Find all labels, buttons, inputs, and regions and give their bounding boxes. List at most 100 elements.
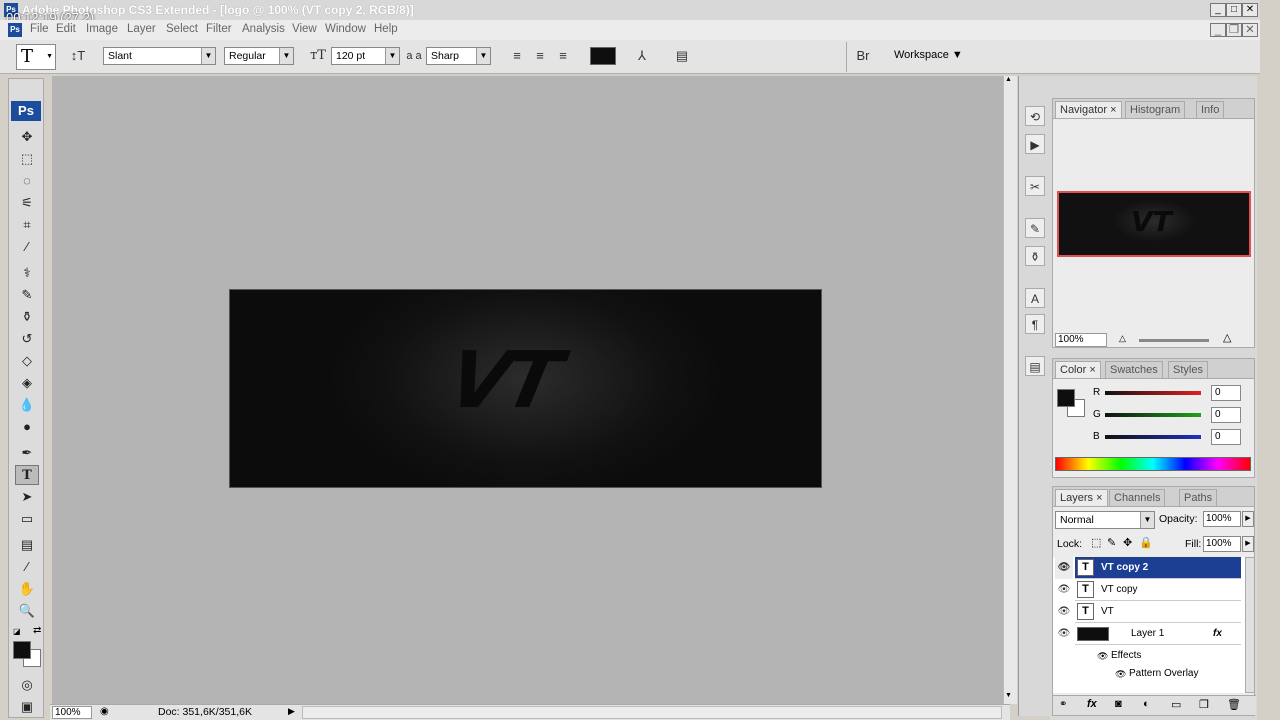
tab-info[interactable]: Info [1196, 101, 1225, 118]
lock-position-icon[interactable]: ✥ [1123, 536, 1132, 549]
path-selection-icon[interactable]: ➤ [15, 487, 39, 507]
fg-color-chip[interactable] [1057, 389, 1075, 407]
lock-all-icon[interactable]: 🔒 [1139, 536, 1153, 549]
quick-mask-icon[interactable]: ◎ [15, 675, 39, 695]
font-style-select[interactable]: Regular ▼ [224, 47, 294, 65]
maximize-icon[interactable]: □ [1226, 3, 1242, 17]
tab-swatches[interactable]: Swatches [1105, 361, 1163, 378]
tab-navigator[interactable]: Navigator × [1055, 101, 1122, 118]
tool-presets-icon[interactable]: ✂ [1025, 176, 1045, 196]
vertical-scrollbar[interactable]: ▲ ▼ [1003, 76, 1017, 704]
horizontal-scrollbar[interactable] [302, 706, 1002, 719]
workspace-menu[interactable]: Workspace ▼ [894, 49, 963, 61]
menu-file[interactable]: File [30, 23, 49, 35]
zoom-slider[interactable] [1139, 339, 1209, 342]
eyedropper-icon[interactable]: ⁄ [15, 557, 39, 577]
layer-row-vt-copy-2[interactable]: 👁 T VT copy 2 [1055, 557, 1241, 579]
paint-bucket-icon[interactable]: ◈ [15, 373, 39, 393]
link-layers-icon[interactable]: ⚭ [1059, 699, 1067, 710]
status-menu-arrow-icon[interactable]: ▶ [288, 706, 295, 717]
swap-colors-icon[interactable]: ⇄ [33, 625, 41, 636]
character-panel-icon[interactable]: ▤ [672, 46, 692, 66]
paragraph-icon[interactable]: ¶ [1025, 314, 1045, 334]
fill-field[interactable]: 100% [1203, 536, 1241, 552]
menu-layer[interactable]: Layer [127, 23, 156, 35]
history-brush-icon[interactable]: ↺ [15, 329, 39, 349]
layer-comps-icon[interactable]: ▤ [1025, 356, 1045, 376]
clone-stamp-icon[interactable]: ⚱ [15, 307, 39, 327]
lock-transparency-icon[interactable]: ⬚ [1091, 536, 1101, 549]
pattern-overlay-row[interactable]: 👁 Pattern Overlay [1075, 663, 1241, 685]
scroll-down-icon[interactable]: ▼ [1005, 692, 1012, 699]
tab-channels[interactable]: Channels [1109, 489, 1166, 506]
notes-tool-icon[interactable]: ▤ [15, 535, 39, 555]
tab-layers[interactable]: Layers × [1055, 489, 1108, 506]
zoom-tool-icon[interactable]: 🔍 [15, 601, 39, 621]
opacity-arrow-icon[interactable]: ▶ [1242, 511, 1254, 527]
lock-pixels-icon[interactable]: ✎ [1107, 536, 1116, 549]
fill-arrow-icon[interactable]: ▶ [1242, 536, 1254, 552]
align-right-icon[interactable]: ≡ [553, 46, 573, 66]
visibility-eye-icon[interactable]: 👁 [1055, 623, 1073, 645]
menu-edit[interactable]: Edit [56, 23, 76, 35]
healing-brush-icon[interactable]: ⚕ [15, 263, 39, 283]
close-icon[interactable]: ✕ [1242, 3, 1258, 17]
add-mask-icon[interactable]: ◙ [1115, 698, 1122, 710]
doc-restore-icon[interactable]: ❐ [1226, 23, 1242, 37]
visibility-eye-icon[interactable]: 👁 [1055, 579, 1073, 601]
type-tool-icon[interactable]: T [15, 465, 39, 485]
antialias-select[interactable]: Sharp ▼ [426, 47, 491, 65]
default-colors-icon[interactable]: ◪ [13, 627, 21, 636]
navigator-thumbnail[interactable]: VT [1057, 191, 1251, 257]
layer-row-vt-copy[interactable]: 👁 T VT copy [1058, 579, 1241, 601]
crop-tool-icon[interactable]: ⌗ [15, 215, 39, 235]
new-layer-icon[interactable]: ❐ [1199, 698, 1209, 711]
align-center-icon[interactable]: ≡ [530, 46, 550, 66]
blend-mode-select[interactable]: Normal ▼ [1055, 511, 1155, 529]
history-icon[interactable]: ⟲ [1025, 106, 1045, 126]
new-group-icon[interactable]: ▭ [1171, 698, 1181, 711]
hand-tool-icon[interactable]: ✋ [15, 579, 39, 599]
scroll-up-icon[interactable]: ▲ [1005, 76, 1012, 83]
text-orientation-icon[interactable]: ↕T [68, 46, 88, 66]
brush-tool-icon[interactable]: ✎ [15, 285, 39, 305]
color-spectrum[interactable] [1055, 457, 1251, 471]
align-left-icon[interactable]: ≡ [507, 46, 527, 66]
minimize-icon[interactable]: _ [1210, 3, 1226, 17]
tab-histogram[interactable]: Histogram [1125, 101, 1186, 118]
visibility-eye-icon[interactable]: 👁 [1055, 601, 1073, 623]
zoom-field[interactable]: 100% [52, 706, 92, 719]
screen-mode-icon[interactable]: ▣ [15, 697, 39, 717]
magic-wand-icon[interactable]: ⚟ [15, 193, 39, 213]
g-value[interactable]: 0 [1211, 407, 1241, 423]
g-slider[interactable] [1105, 413, 1201, 417]
menu-window[interactable]: Window [325, 23, 366, 35]
r-slider[interactable] [1105, 391, 1201, 395]
menu-view[interactable]: View [292, 23, 317, 35]
b-value[interactable]: 0 [1211, 429, 1241, 445]
zoom-in-icon[interactable]: △ [1223, 331, 1231, 344]
foreground-color-swatch[interactable] [13, 641, 31, 659]
tab-color[interactable]: Color × [1055, 361, 1101, 378]
font-size-select[interactable]: 120 pt ▼ [331, 47, 400, 65]
menu-app-icon[interactable]: Ps [8, 23, 22, 37]
shape-tool-icon[interactable]: ▭ [15, 509, 39, 529]
font-family-select[interactable]: Slant ▼ [103, 47, 216, 65]
brushes-icon[interactable]: ✎ [1025, 218, 1045, 238]
delete-layer-icon[interactable]: 🗑 [1227, 698, 1241, 711]
warp-text-icon[interactable]: ⅄ [632, 46, 652, 66]
slice-tool-icon[interactable]: ⁄ [15, 237, 39, 257]
visibility-eye-icon[interactable] [1055, 663, 1073, 685]
visibility-eye-icon[interactable]: 👁 [1055, 557, 1073, 579]
layers-scrollbar[interactable] [1245, 557, 1255, 693]
status-icon[interactable]: ◉ [100, 706, 109, 717]
b-slider[interactable] [1105, 435, 1201, 439]
tab-styles[interactable]: Styles [1168, 361, 1208, 378]
doc-minimize-icon[interactable]: _ [1210, 23, 1226, 37]
menu-select[interactable]: Select [166, 23, 198, 35]
zoom-out-icon[interactable]: △ [1119, 333, 1126, 344]
pattern-overlay-eye-icon[interactable]: 👁 [1115, 663, 1126, 685]
doc-close-icon[interactable]: ✕ [1242, 23, 1258, 37]
clone-source-icon[interactable]: ⚱ [1025, 246, 1045, 266]
move-tool-icon[interactable]: ✥ [15, 127, 39, 147]
